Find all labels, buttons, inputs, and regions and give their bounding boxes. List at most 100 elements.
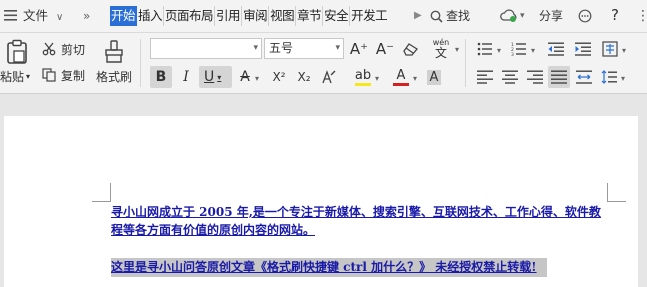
tab-review[interactable]: 审阅 [242, 6, 270, 26]
font-color-button[interactable]: A [390, 66, 412, 88]
character-shading-icon: A [426, 69, 442, 85]
cut-label: 剪切 [61, 42, 86, 57]
numbered-list-button[interactable]: 1 2 3 [508, 38, 530, 60]
divider [465, 39, 466, 87]
chevron-down-icon: ▾ [253, 43, 258, 53]
margin-corner-mark [92, 201, 111, 202]
align-center-icon [502, 70, 518, 84]
tab-developer[interactable]: 开发工 [350, 6, 388, 26]
copy-icon [42, 68, 56, 82]
italic-icon: I [183, 69, 189, 85]
more-dots-button[interactable]: ⋮ [636, 7, 647, 25]
margin-corner-mark [607, 201, 626, 202]
align-left-icon [477, 70, 493, 84]
file-menu[interactable]: 文件 ∨ [23, 7, 63, 25]
font-color-bar [393, 82, 409, 86]
chevron-down-icon[interactable]: ▾ [531, 46, 535, 55]
divider [140, 39, 141, 87]
format-painter-icon [105, 40, 123, 63]
tab-references[interactable]: 引用 [215, 6, 243, 26]
cut-button[interactable]: 剪切 [42, 40, 85, 58]
bullet-list-icon [477, 42, 492, 56]
bullet-list-button[interactable] [474, 38, 496, 60]
underline-button[interactable]: U ▾ [199, 66, 232, 88]
subscript-icon: X₂ [297, 70, 311, 84]
tab-security[interactable]: 安全 [323, 6, 351, 26]
font-size-select[interactable]: 五号 ▾ [264, 38, 344, 59]
tab-section[interactable]: 章节 [296, 6, 324, 26]
strikethrough-button[interactable]: A [234, 66, 256, 88]
paragraph-1-line-1[interactable]: 寻小山网成立于 2005 年,是一个专注于新媒体、搜索引擎、互联网技术、工作心得… [111, 203, 601, 222]
decrease-font-icon: A⁻ [375, 40, 395, 58]
paste-dropdown[interactable]: 粘贴 ▾ [0, 68, 30, 84]
copy-label: 复制 [61, 68, 86, 83]
margin-corner-mark [110, 183, 111, 202]
line-spacing-button[interactable] [598, 66, 620, 88]
decrease-font-size-button[interactable]: A⁻ [374, 38, 396, 60]
distributed-align-button[interactable] [573, 66, 595, 88]
clear-format-button[interactable] [400, 38, 422, 60]
share-label: 分享 [539, 9, 564, 23]
justify-button[interactable] [548, 66, 570, 88]
increase-font-size-button[interactable]: A⁺ [348, 38, 370, 60]
strikethrough-icon: A [240, 69, 250, 85]
font-name-select[interactable]: ▾ [150, 38, 262, 59]
chevron-down-icon[interactable]: ▾ [497, 46, 501, 55]
highlighter-icon: ab [354, 67, 372, 83]
help-icon: ? [611, 6, 619, 24]
search-label: 查找 [446, 9, 471, 23]
numbered-list-icon: 1 2 3 [511, 42, 526, 56]
increase-indent-button[interactable] [572, 38, 594, 60]
pinyin-guide-button[interactable]: wén 文 [426, 36, 456, 62]
tab-home[interactable]: 开始 [110, 6, 138, 26]
chevron-down-icon[interactable]: ▾ [255, 74, 259, 83]
share-button[interactable]: 分享 [539, 7, 563, 25]
bold-button[interactable]: B [150, 66, 172, 88]
chevron-down-icon[interactable]: ▾ [622, 46, 626, 55]
tabs-scroll-right-button[interactable]: ▶ [414, 7, 422, 25]
tab-view[interactable]: 视图 [269, 6, 297, 26]
paragraph-1-line-2[interactable]: 程等各方面有价值的原创内容的网站。 [111, 221, 315, 240]
copy-button[interactable]: 复制 [42, 66, 85, 84]
tab-page-layout[interactable]: 页面布局 [164, 6, 216, 26]
chevron-down-icon[interactable]: ▾ [413, 74, 417, 83]
ribbon-toolbar: 粘贴 ▾ 剪切 复制 格式刷 ▾ 五号 ▾ A⁺ A⁻ wén 文 ▾ B I … [0, 33, 647, 94]
character-shading-button[interactable]: A [423, 66, 445, 88]
chevron-down-icon[interactable]: ▾ [375, 74, 379, 83]
align-left-button[interactable] [474, 66, 496, 88]
font-color-icon: A [396, 67, 406, 83]
eraser-icon [403, 43, 418, 56]
text-effect-button[interactable] [318, 66, 340, 88]
align-center-button[interactable] [499, 66, 521, 88]
italic-button[interactable]: I [175, 66, 197, 88]
help-button[interactable]: ? [611, 6, 619, 24]
cloud-sync-button[interactable]: ▾ [500, 7, 525, 25]
more-tabs-button[interactable]: » [83, 7, 90, 25]
chinese-layout-button[interactable] [599, 38, 621, 60]
align-right-button[interactable] [524, 66, 546, 88]
hamburger-menu-button[interactable] [4, 9, 17, 27]
superscript-button[interactable]: X² [268, 66, 290, 88]
search-button[interactable]: 查找 [430, 7, 470, 25]
subscript-button[interactable]: X₂ [293, 66, 315, 88]
chinese-layout-icon [602, 41, 618, 57]
format-painter-text: 格式刷 [96, 69, 133, 84]
chevron-down-icon[interactable]: ▾ [455, 45, 459, 54]
margin-corner-mark [607, 183, 608, 202]
double-chevron-icon: » [83, 9, 91, 23]
svg-text:3: 3 [511, 52, 514, 56]
paste-button[interactable] [2, 37, 32, 67]
highlight-color-bar [355, 82, 371, 86]
format-painter-label: 格式刷 [96, 68, 132, 84]
format-painter-button[interactable] [100, 39, 128, 65]
decrease-indent-button[interactable] [545, 38, 567, 60]
chevron-down-icon[interactable]: ▾ [621, 74, 625, 83]
tab-insert[interactable]: 插入 [137, 6, 165, 26]
more-options-button[interactable] [578, 7, 592, 25]
highlight-color-button[interactable]: ab [352, 66, 374, 88]
paragraph-2-selected-text[interactable]: 这里是寻小山问答原创文章《格式刷快捷键 ctrl 加什么？》 未经授权禁止转载! [111, 258, 547, 277]
scissors-icon [42, 42, 56, 56]
vertical-dots-icon: ⋮ [636, 8, 647, 24]
clipboard-icon [7, 39, 27, 64]
justify-icon [551, 70, 567, 84]
